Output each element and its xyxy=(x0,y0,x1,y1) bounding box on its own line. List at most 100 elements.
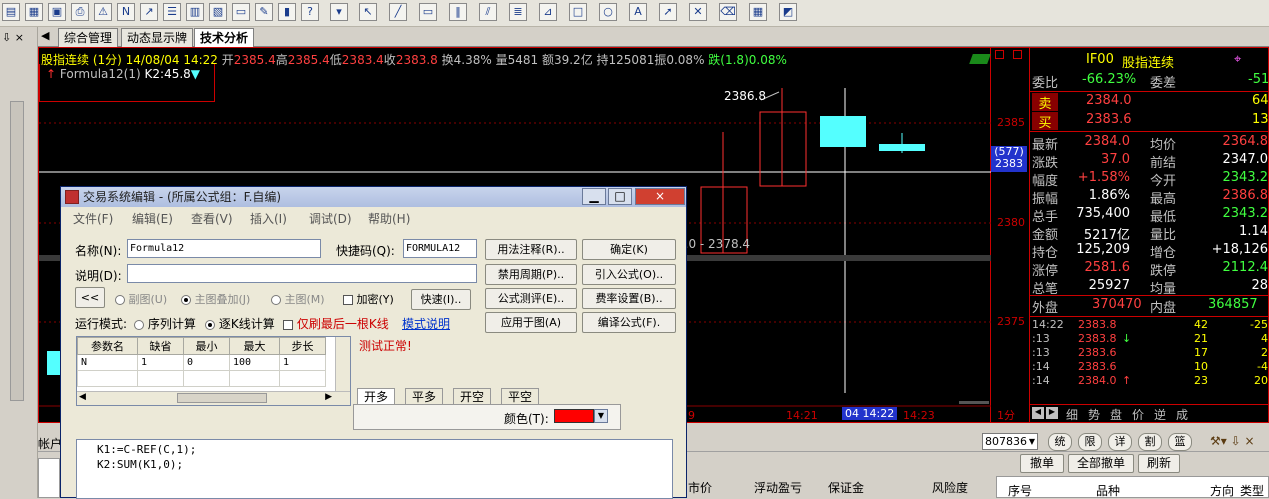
account-btn-0[interactable]: 统 xyxy=(1048,433,1072,451)
table-vscroll[interactable] xyxy=(335,337,350,391)
account-btn-4[interactable]: 篮 xyxy=(1168,433,1192,451)
opt-main-chart[interactable]: 主图(M) xyxy=(271,291,325,307)
draw-gann-icon[interactable]: ⊿ xyxy=(539,3,557,21)
mode-per-bar[interactable]: 逐K线计算 xyxy=(205,315,275,332)
disable-period-button[interactable]: 禁用周期(P).. xyxy=(485,264,577,285)
compile-formula-button[interactable]: 编译公式(F). xyxy=(582,312,676,333)
action-btn-2[interactable]: 刷新 xyxy=(1138,454,1180,473)
param-cell[interactable]: 0 xyxy=(183,354,230,371)
open-icon[interactable]: ▣ xyxy=(48,3,66,21)
quote-tab-2[interactable]: 盘 xyxy=(1110,406,1122,423)
briefcase-icon[interactable]: ▮ xyxy=(278,3,296,21)
encrypt-checkbox[interactable]: 加密(Y) xyxy=(343,291,394,307)
color-swatch[interactable] xyxy=(554,409,594,423)
usage-button[interactable]: 用法注释(R).. xyxy=(485,239,577,260)
quote-tab-0[interactable]: 细 xyxy=(1066,406,1078,423)
account-btn-3[interactable]: 割 xyxy=(1138,433,1162,451)
opt-main-overlay[interactable]: 主图叠加(J) xyxy=(181,291,250,307)
shortcut-field[interactable]: FORMULA12 xyxy=(403,239,477,258)
account-select[interactable]: 807836 ▼ xyxy=(982,433,1038,450)
close-icon[interactable]: × xyxy=(635,188,685,205)
draw-ellipse-icon[interactable]: ○ xyxy=(599,3,617,21)
minimize-icon[interactable]: ▁ xyxy=(582,188,606,205)
axis-box-icon[interactable] xyxy=(995,50,1004,59)
menu-item[interactable]: 编辑(E) xyxy=(132,210,173,228)
opt-sub-chart[interactable]: 副图(U) xyxy=(115,291,167,307)
left-scrollbar[interactable] xyxy=(10,101,24,401)
mode-sequence[interactable]: 序列计算 xyxy=(134,315,196,332)
new-window-icon[interactable]: ▤ xyxy=(2,3,20,21)
quote-tab-3[interactable]: 价 xyxy=(1132,406,1144,423)
draw-text-icon[interactable]: A xyxy=(629,3,647,21)
quote-prev-icon[interactable]: ◀ xyxy=(1032,407,1044,419)
param-cell[interactable]: N xyxy=(77,354,138,371)
quote-next-icon[interactable]: ▶ xyxy=(1046,407,1058,419)
draw-line-icon[interactable]: ╱ xyxy=(389,3,407,21)
tab-prev-arrow-icon[interactable]: ◀ xyxy=(41,29,49,42)
import-formula-button[interactable]: 引入公式(O).. xyxy=(582,264,676,285)
draw-arrow-icon[interactable]: ➚ xyxy=(659,3,677,21)
account-btn-1[interactable]: 限 xyxy=(1078,433,1102,451)
quote-tab-4[interactable]: 逆 xyxy=(1154,406,1166,423)
draw-erase-icon[interactable]: ⌫ xyxy=(719,3,737,21)
signal-tab-2[interactable]: 开空 xyxy=(453,388,492,405)
action-btn-0[interactable]: 撤单 xyxy=(1020,454,1064,473)
tools-icon[interactable]: ⚒▾ ⇩ × xyxy=(1210,434,1255,448)
bar-icon[interactable]: ▥ xyxy=(186,3,204,21)
monitor-icon[interactable]: ▭ xyxy=(232,3,250,21)
draw-fib-icon[interactable]: ≣ xyxy=(509,3,527,21)
signal-tab-3[interactable]: 平空 xyxy=(501,388,540,405)
action-btn-1[interactable]: 全部撤单 xyxy=(1068,454,1134,473)
apply-to-chart-button[interactable]: 应用于图(A) xyxy=(485,312,577,333)
tab-dynamic-board[interactable]: 动态显示牌 xyxy=(121,28,194,47)
draw-lines-icon[interactable]: ‖ xyxy=(449,3,467,21)
param-cell[interactable]: 1 xyxy=(279,354,326,371)
formula-test-button[interactable]: 公式测评(E).. xyxy=(485,288,577,309)
more-icon[interactable]: ▾ xyxy=(330,3,348,21)
axis-box2-icon[interactable] xyxy=(1013,50,1022,59)
account-btn-2[interactable]: 详 xyxy=(1108,433,1132,451)
help-icon[interactable]: ? xyxy=(301,3,319,21)
last-bar-checkbox[interactable]: 仅刷最后一根K线 xyxy=(283,315,389,332)
menu-item[interactable]: 帮助(H) xyxy=(368,210,410,228)
tab-comprehensive[interactable]: 综合管理 xyxy=(58,28,119,47)
name-field[interactable]: Formula12 xyxy=(127,239,321,258)
parameter-table[interactable]: 参数名 缺省 最小 最大 步长 N 1 0 100 1 ◀ ▶ xyxy=(76,336,351,406)
stock-icon[interactable]: ▧ xyxy=(209,3,227,21)
draw-delete-icon[interactable]: ✕ xyxy=(689,3,707,21)
quote-tab-5[interactable]: 成 xyxy=(1176,406,1188,423)
menu-item[interactable]: 查看(V) xyxy=(191,210,233,228)
chart-icon[interactable]: ↗ xyxy=(140,3,158,21)
code-editor[interactable]: K1:=C-REF(C,1); K2:SUM(K1,0); xyxy=(76,439,673,499)
color-dropdown-icon[interactable]: ▼ xyxy=(594,409,608,423)
ok-button[interactable]: 确定(K) xyxy=(582,239,676,260)
signal-tab-1[interactable]: 平多 xyxy=(405,388,444,405)
signal-tab-0[interactable]: 开多 xyxy=(357,388,396,405)
quote-pin-icon[interactable]: ⌖ xyxy=(1234,52,1241,67)
alert-icon[interactable]: ⚠ xyxy=(94,3,112,21)
maximize-icon[interactable]: □ xyxy=(608,188,632,205)
fast-button[interactable]: 快速(I).. xyxy=(411,289,471,310)
tab-technical-analysis[interactable]: 技术分析 xyxy=(194,28,255,47)
draw-rect-icon[interactable]: ▭ xyxy=(419,3,437,21)
back-button[interactable]: << xyxy=(75,287,105,308)
param-cell[interactable]: 100 xyxy=(229,354,280,371)
table-hscroll[interactable]: ◀ ▶ xyxy=(77,391,350,405)
param-cell[interactable]: 1 xyxy=(137,354,184,371)
news-icon[interactable]: N xyxy=(117,3,135,21)
account-list[interactable] xyxy=(38,458,60,498)
description-field[interactable] xyxy=(127,264,477,283)
draw-cursor-icon[interactable]: ↖ xyxy=(359,3,377,21)
mode-help-link[interactable]: 模式说明 xyxy=(402,315,450,332)
note-icon[interactable]: ✎ xyxy=(255,3,273,21)
list-icon[interactable]: ☰ xyxy=(163,3,181,21)
menu-item[interactable]: 插入(I) xyxy=(250,210,287,228)
print-icon[interactable]: ⎙ xyxy=(71,3,89,21)
draw-channel-icon[interactable]: ⫽ xyxy=(479,3,497,21)
fee-settings-button[interactable]: 费率设置(B).. xyxy=(582,288,676,309)
menu-item[interactable]: 调试(D) xyxy=(309,210,352,228)
quote-tab-1[interactable]: 势 xyxy=(1088,406,1100,423)
layout-icon[interactable]: ▦ xyxy=(25,3,43,21)
color-icon[interactable]: ◩ xyxy=(779,3,797,21)
menu-item[interactable]: 文件(F) xyxy=(73,210,113,228)
